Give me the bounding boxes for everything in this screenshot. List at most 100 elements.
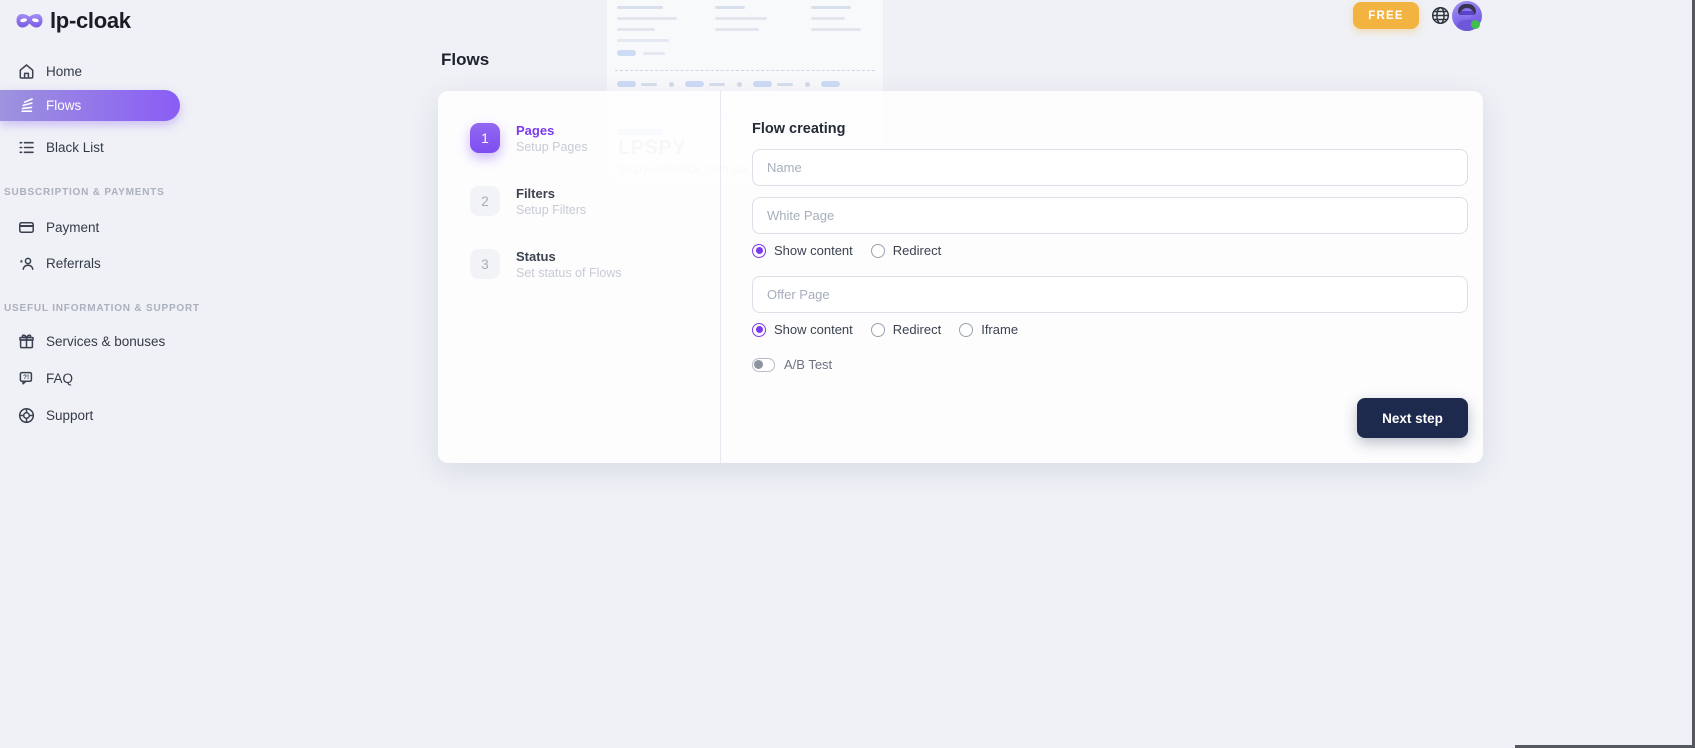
section-label: SUBSCRIPTION & PAYMENTS — [4, 187, 165, 198]
white-page-input[interactable] — [752, 197, 1468, 234]
white-page-show-content-radio[interactable]: Show content — [752, 243, 853, 258]
offer-page-iframe-radio[interactable]: Iframe — [959, 322, 1018, 337]
skeleton-bar — [715, 17, 767, 20]
list-icon — [18, 139, 35, 156]
step-number-badge: 1 — [470, 123, 500, 153]
sidebar-section-support: USEFUL INFORMATION & SUPPORT — [0, 302, 180, 314]
sidebar-item-label: Flows — [46, 98, 81, 113]
online-status-dot — [1471, 20, 1480, 29]
flow-name-input[interactable] — [752, 149, 1468, 186]
radio-icon — [871, 323, 885, 337]
skeleton-dot — [805, 82, 810, 87]
next-step-button[interactable]: Next step — [1357, 398, 1468, 438]
flows-icon — [18, 97, 35, 114]
skeleton-pill — [753, 81, 772, 87]
credit-card-icon — [18, 219, 35, 236]
offer-page-redirect-radio[interactable]: Redirect — [871, 322, 941, 337]
sidebar-item-payment[interactable]: Payment — [0, 212, 180, 242]
mask-icon — [15, 11, 44, 32]
brand-logo[interactable]: lp-cloak — [15, 8, 131, 34]
radio-label: Show content — [774, 243, 853, 258]
skeleton-bar — [811, 17, 845, 20]
radio-label: Redirect — [893, 243, 941, 258]
sidebar-item-flows[interactable]: Flows — [0, 90, 180, 121]
skeleton-bar — [617, 6, 663, 9]
sidebar-item-label: Black List — [46, 140, 104, 155]
sidebar-item-black-list[interactable]: Black List — [0, 132, 180, 162]
offer-page-input[interactable] — [752, 276, 1468, 313]
skeleton-dot — [669, 82, 674, 87]
sidebar-section-subscription: SUBSCRIPTION & PAYMENTS — [0, 186, 180, 198]
sidebar-item-label: Payment — [46, 220, 99, 235]
radio-label: Redirect — [893, 322, 941, 337]
white-page-redirect-radio[interactable]: Redirect — [871, 243, 941, 258]
svg-text:?!: ?! — [23, 374, 29, 381]
skeleton-dot — [737, 82, 742, 87]
home-icon — [18, 63, 35, 80]
white-page-mode-group: Show content Redirect — [752, 243, 1468, 258]
flow-form: Flow creating Show content Redirect Show… — [721, 91, 1483, 463]
sidebar-item-label: Services & bonuses — [46, 334, 165, 349]
brand-name: lp-cloak — [50, 8, 131, 34]
skeleton-bar — [617, 39, 669, 42]
radio-label: Show content — [774, 322, 853, 337]
sidebar-item-services-bonuses[interactable]: Services & bonuses — [0, 326, 180, 356]
skeleton-pill — [821, 81, 840, 87]
radio-selected-icon — [752, 244, 766, 258]
step-number-badge: 2 — [470, 186, 500, 216]
step-status[interactable]: 3 Status Set status of Flows — [470, 249, 720, 280]
topbar-right: FREE — [1353, 2, 1450, 29]
step-filters[interactable]: 2 Filters Setup Filters — [470, 186, 720, 217]
skeleton-bar — [617, 17, 677, 20]
skeleton-pill — [685, 81, 704, 87]
radio-icon — [959, 323, 973, 337]
sidebar-item-label: FAQ — [46, 371, 73, 386]
radio-label: Iframe — [981, 322, 1018, 337]
language-globe-button[interactable] — [1431, 6, 1450, 25]
ab-test-label: A/B Test — [784, 357, 832, 372]
referrals-icon — [18, 255, 35, 272]
skeleton-bar — [643, 52, 665, 55]
sidebar-item-referrals[interactable]: Referrals — [0, 248, 180, 278]
sidebar: Home Flows Black List SUBSCRIPTION & PAY… — [0, 56, 180, 430]
skeleton-bar — [811, 6, 851, 9]
globe-icon — [1431, 6, 1450, 25]
step-pages[interactable]: 1 Pages Setup Pages — [470, 123, 720, 154]
offer-page-mode-group: Show content Redirect Iframe — [752, 322, 1468, 337]
sidebar-item-support[interactable]: Support — [0, 400, 180, 430]
sidebar-item-label: Home — [46, 64, 82, 79]
skeleton-bar — [617, 28, 655, 31]
skeleton-pill — [617, 81, 636, 87]
avatar-mask — [1460, 11, 1474, 15]
plan-badge-button[interactable]: FREE — [1353, 2, 1419, 29]
skeleton-divider — [615, 70, 875, 71]
sidebar-item-faq[interactable]: ?! FAQ — [0, 363, 180, 393]
sidebar-item-label: Support — [46, 408, 93, 423]
skeleton-bar — [715, 28, 759, 31]
offer-page-show-content-radio[interactable]: Show content — [752, 322, 853, 337]
step-number-badge: 3 — [470, 249, 500, 279]
stepper: 1 Pages Setup Pages 2 Filters Setup Filt… — [438, 91, 721, 463]
skeleton-bar — [641, 83, 657, 86]
page-title: Flows — [441, 50, 489, 70]
radio-icon — [871, 244, 885, 258]
step-subtitle: Set status of Flows — [516, 266, 622, 280]
skeleton-bar — [709, 83, 725, 86]
toggle-knob — [754, 360, 763, 369]
sidebar-item-home[interactable]: Home — [0, 56, 180, 86]
step-title: Status — [516, 249, 622, 264]
step-subtitle: Setup Pages — [516, 140, 588, 154]
flow-creating-modal: 1 Pages Setup Pages 2 Filters Setup Filt… — [438, 91, 1483, 463]
step-title: Pages — [516, 123, 588, 138]
ab-test-toggle[interactable] — [752, 358, 775, 372]
radio-selected-icon — [752, 323, 766, 337]
skeleton-bar — [777, 83, 793, 86]
skeleton-bar — [715, 6, 745, 9]
gift-icon — [18, 333, 35, 350]
ab-test-row: A/B Test — [752, 357, 1468, 372]
step-title: Filters — [516, 186, 586, 201]
support-lifebuoy-icon — [18, 407, 35, 424]
skeleton-bar — [811, 28, 861, 31]
faq-bubble-icon: ?! — [18, 370, 35, 387]
step-subtitle: Setup Filters — [516, 203, 586, 217]
